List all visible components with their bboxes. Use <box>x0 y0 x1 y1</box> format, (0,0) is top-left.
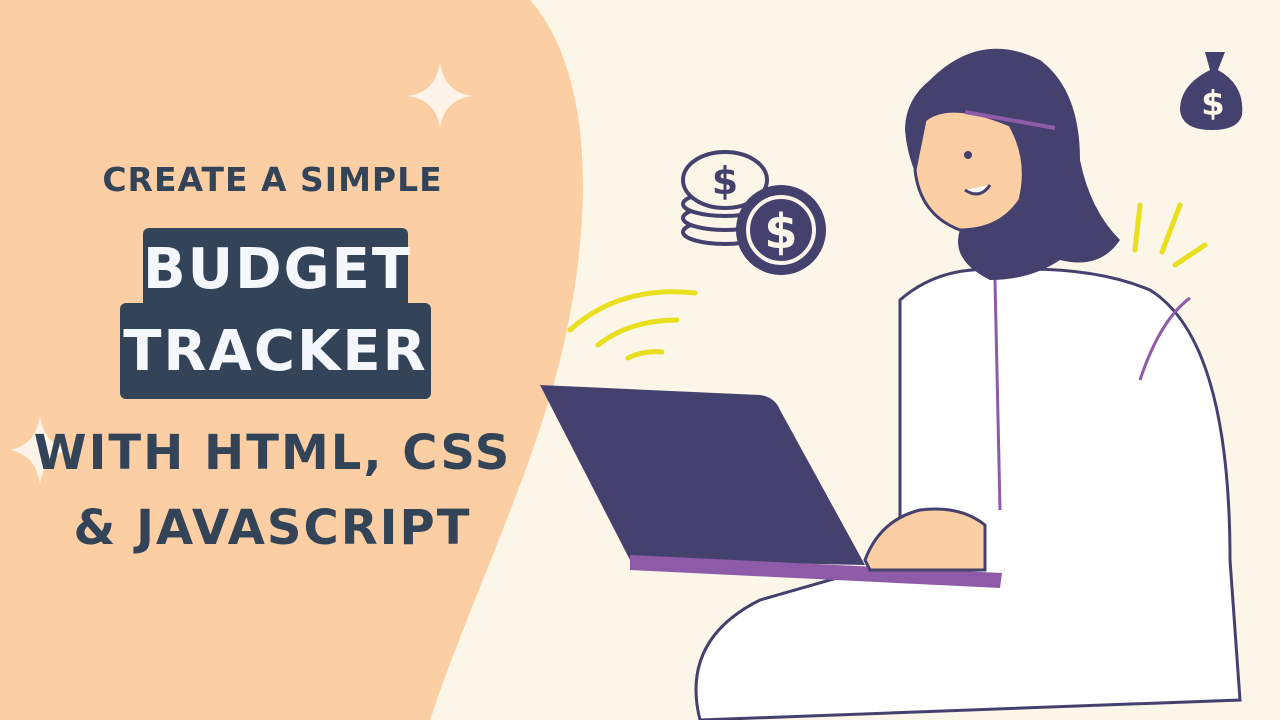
dollar-coin-icon: $ <box>736 185 826 275</box>
woman-with-laptop-illustration: $ $ $ <box>540 48 1243 720</box>
svg-text:$: $ <box>712 159 738 203</box>
svg-text:$: $ <box>764 204 797 260</box>
money-bag-icon: $ <box>1180 52 1243 130</box>
svg-text:$: $ <box>1201 84 1225 124</box>
